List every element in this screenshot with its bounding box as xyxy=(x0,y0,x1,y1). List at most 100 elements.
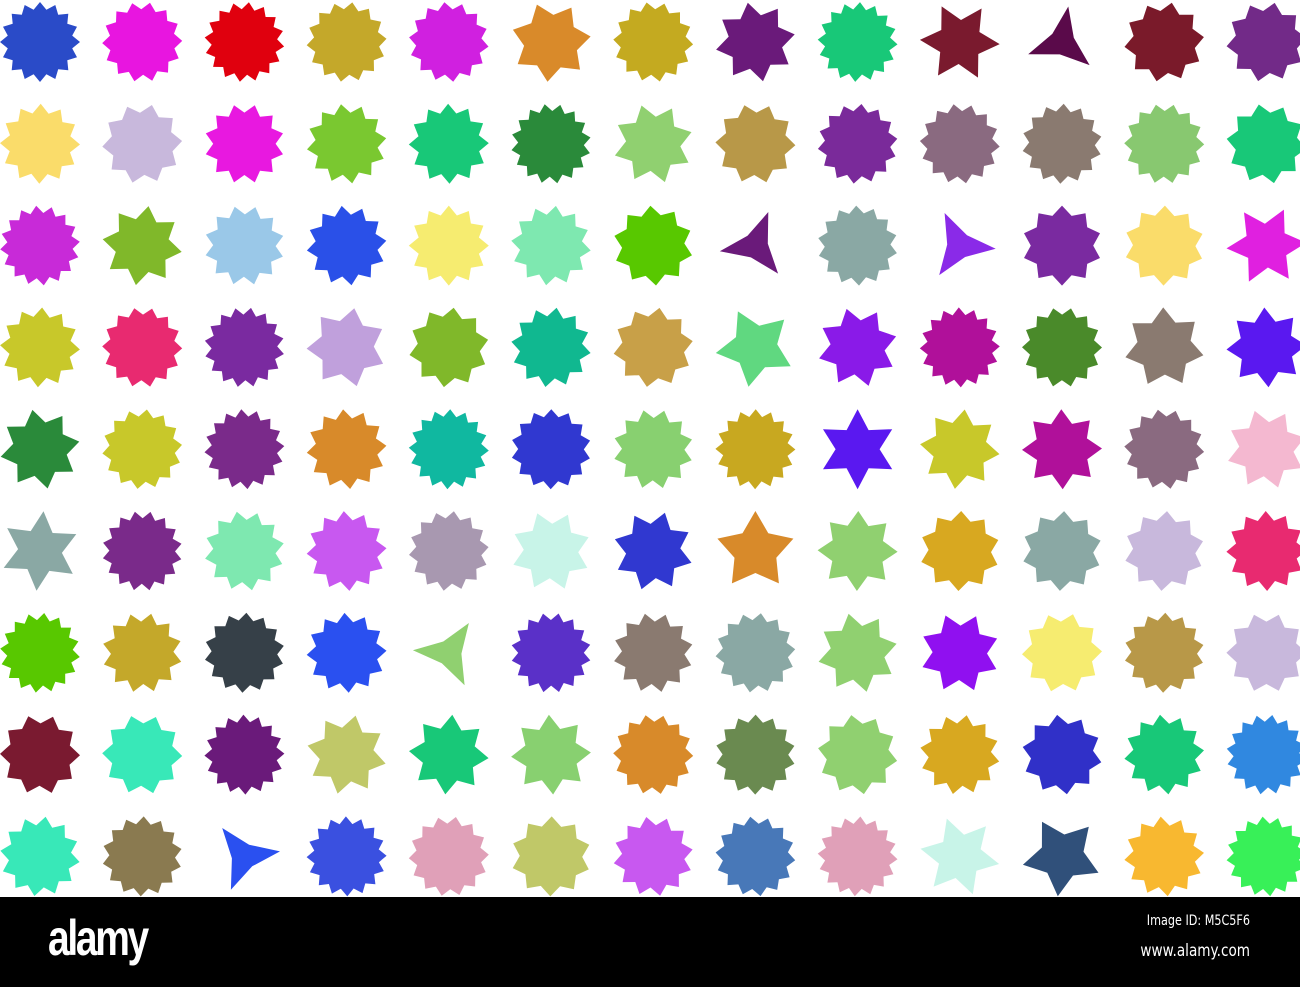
star-shape xyxy=(306,511,387,591)
star-shape xyxy=(511,714,591,795)
star-shape xyxy=(102,206,182,286)
star-shape xyxy=(614,105,692,183)
star-shape xyxy=(715,105,796,183)
star-shape xyxy=(205,511,284,591)
star-shape xyxy=(306,816,387,897)
star-shape xyxy=(818,715,898,795)
star-shape xyxy=(715,311,791,387)
star-shape xyxy=(512,4,591,82)
star-shape xyxy=(613,307,693,387)
star-shape xyxy=(222,828,280,890)
star-shape xyxy=(817,511,898,591)
star-shape xyxy=(0,307,80,388)
star-shape xyxy=(102,2,183,82)
star-shape xyxy=(1022,614,1102,692)
star-shape xyxy=(1022,308,1102,387)
alamy-logo: alamy xyxy=(48,910,149,966)
star-shape xyxy=(1022,409,1102,490)
star-shape xyxy=(1226,2,1300,82)
star-shape xyxy=(819,308,897,386)
star-shape xyxy=(1228,410,1300,488)
star-shape xyxy=(920,818,1000,895)
star-shape xyxy=(306,2,387,82)
star-shape xyxy=(613,2,694,82)
star-shape xyxy=(1022,714,1102,795)
star-shape xyxy=(1226,614,1300,691)
star-shape xyxy=(919,307,1000,388)
star-shape xyxy=(1022,103,1102,184)
star-shape xyxy=(0,716,80,793)
star-shape xyxy=(1226,209,1300,282)
star-shape xyxy=(512,816,590,897)
star-shape xyxy=(102,105,183,183)
star-shape xyxy=(1124,2,1204,82)
star-shape xyxy=(408,205,489,286)
star-shape xyxy=(1028,6,1090,66)
star-shape xyxy=(511,104,591,184)
star-shape xyxy=(715,409,796,490)
star-shape xyxy=(1125,511,1203,591)
star-shape xyxy=(307,715,386,794)
star-shape xyxy=(307,104,387,184)
star-shape xyxy=(204,714,285,795)
star-shape xyxy=(3,511,77,591)
watermark-footer: alamy Image ID: M5C5F6 www.alamy.com xyxy=(0,897,1300,987)
star-shape xyxy=(1226,511,1300,591)
star-shape xyxy=(717,511,794,584)
star-shape xyxy=(511,205,591,286)
star-shape xyxy=(1226,307,1300,388)
star-shape xyxy=(204,307,284,387)
star-shape xyxy=(1125,612,1204,693)
star-shape xyxy=(818,613,897,692)
star-shape xyxy=(409,511,489,591)
star-shape xyxy=(204,409,285,490)
star-shape xyxy=(817,816,898,897)
star-shape xyxy=(204,2,285,82)
star-shape xyxy=(1124,714,1204,795)
star-shape xyxy=(716,714,795,795)
star-shape xyxy=(306,308,384,387)
star-shape xyxy=(102,409,182,489)
star-shape xyxy=(306,409,387,489)
star-shape xyxy=(818,205,897,286)
star-shape xyxy=(920,409,1000,489)
star-shape xyxy=(922,615,998,691)
star-shape xyxy=(0,205,80,286)
star-shape xyxy=(613,817,693,896)
star-shape xyxy=(614,512,692,590)
star-shape xyxy=(306,612,387,693)
star-shape xyxy=(408,103,489,184)
star-shape xyxy=(0,103,80,184)
star-shape xyxy=(0,613,80,693)
stock-image: alamy Image ID: M5C5F6 www.alamy.com xyxy=(0,0,1300,987)
star-shape xyxy=(409,714,489,795)
star-shape xyxy=(102,308,183,387)
star-shape xyxy=(103,613,182,692)
star-shape xyxy=(0,409,80,489)
star-shape xyxy=(1022,821,1099,897)
star-shape xyxy=(102,716,183,794)
star-shape xyxy=(919,6,1000,78)
star-shape xyxy=(1226,104,1300,184)
star-shape xyxy=(614,410,692,488)
star-shape xyxy=(1125,307,1204,384)
star-shape xyxy=(306,205,387,286)
star-shape xyxy=(1124,409,1205,489)
star-shape xyxy=(0,2,80,82)
star-shape xyxy=(939,213,996,276)
star-shape xyxy=(1226,715,1300,795)
star-shape xyxy=(102,511,182,591)
website-label: www.alamy.com xyxy=(1140,941,1250,961)
star-shape xyxy=(719,212,779,274)
star-shape xyxy=(715,613,796,693)
star-shape xyxy=(205,105,283,183)
star-shape xyxy=(412,623,469,686)
star-shape xyxy=(408,409,489,490)
star-shape xyxy=(921,511,999,591)
star-shape xyxy=(1024,205,1100,286)
star-shape xyxy=(1226,816,1300,897)
star-shape xyxy=(823,409,893,490)
star-shape xyxy=(1124,104,1205,183)
star-shape xyxy=(511,307,591,387)
star-shape xyxy=(614,613,693,692)
